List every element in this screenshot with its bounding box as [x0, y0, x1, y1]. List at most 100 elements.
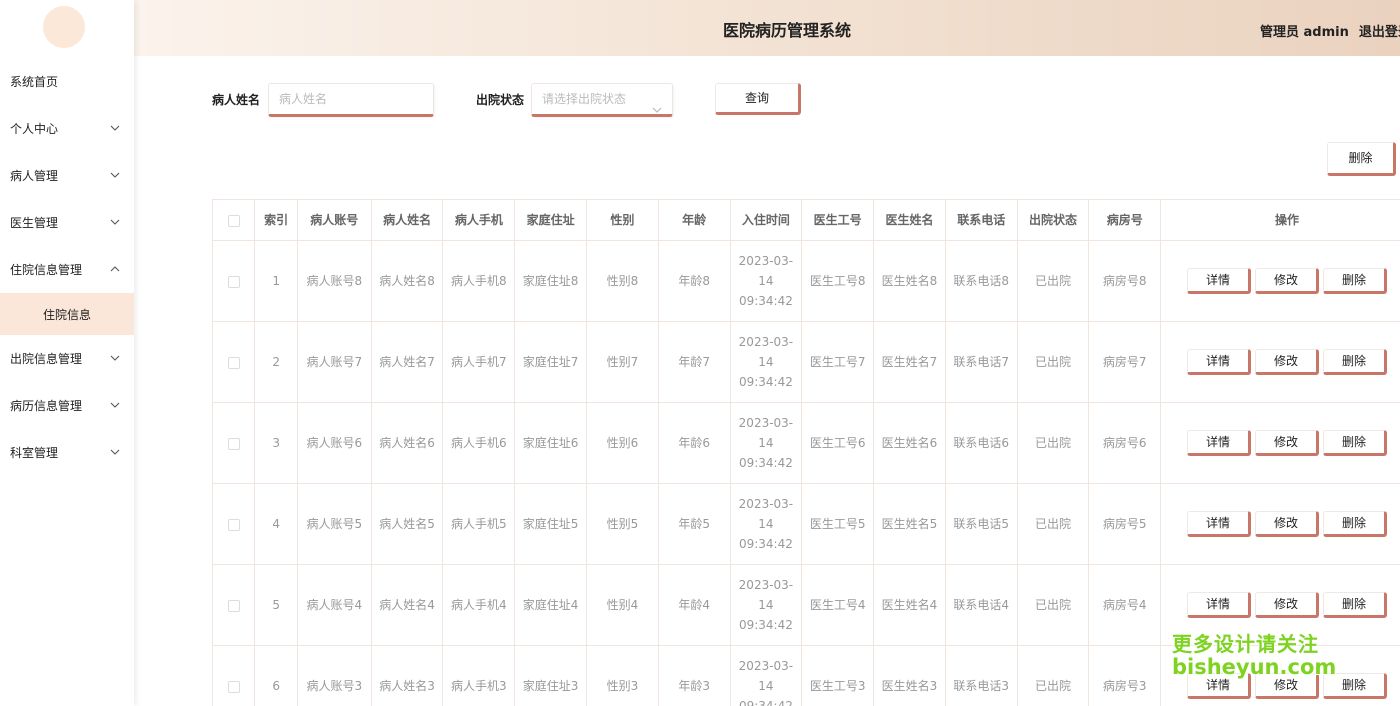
table-cell: 医生姓名7 [873, 321, 946, 403]
table-cell: 家庭住址3 [514, 645, 587, 706]
delete-button[interactable]: 删除 [1323, 349, 1388, 375]
sidebar-item-5[interactable]: 出院信息管理 [0, 335, 134, 382]
table-cell: 4 [254, 483, 298, 565]
table-cell: 2023-03-14 09:34:42 [729, 240, 803, 322]
table-cell: 联系电话8 [944, 240, 1018, 322]
edit-button[interactable]: 修改 [1255, 673, 1320, 699]
detail-button[interactable]: 详情 [1187, 430, 1252, 456]
detail-button[interactable]: 详情 [1187, 673, 1252, 699]
table-cell: 1 [254, 240, 298, 322]
chevron-down-icon [652, 95, 662, 125]
actions-cell: 详情 修改 删除 [1160, 321, 1400, 403]
column-header: 病房号 [1088, 199, 1162, 241]
table-cell: 2023-03-14 09:34:42 [729, 483, 803, 565]
chevron-down-icon [110, 124, 120, 134]
sidebar-item-label: 医生管理 [10, 216, 59, 230]
table-cell: 医生工号6 [801, 402, 875, 484]
avatar[interactable] [43, 6, 85, 48]
column-header: 出院状态 [1016, 199, 1090, 241]
row-checkbox[interactable] [227, 437, 240, 450]
sidebar-item-6[interactable]: 病历信息管理 [0, 382, 134, 429]
delete-button[interactable]: 删除 [1323, 268, 1388, 294]
column-header: 病人账号 [296, 199, 372, 241]
table-cell: 病人账号5 [296, 483, 372, 565]
detail-button[interactable]: 详情 [1187, 592, 1252, 618]
submenu-item-active[interactable]: 住院信息 [0, 293, 134, 335]
sidebar-item-label: 出院信息管理 [10, 352, 83, 366]
edit-button[interactable]: 修改 [1255, 592, 1320, 618]
edit-button[interactable]: 修改 [1255, 268, 1320, 294]
row-checkbox[interactable] [227, 518, 240, 531]
data-table: 索引 病人账号 病人姓名 病人手机 家庭住址 性别 年龄 入住时间 医生工号 医生姓名 联系电话 出院… [212, 199, 1400, 706]
row-checkbox[interactable] [227, 356, 240, 369]
sidebar-item-label: 病人管理 [10, 169, 59, 183]
detail-button[interactable]: 详情 [1187, 349, 1252, 375]
table-cell: 医生工号4 [801, 564, 875, 646]
table-cell: 性别6 [586, 402, 659, 484]
table-cell: 性别8 [586, 240, 659, 322]
delete-button[interactable]: 删除 [1323, 592, 1388, 618]
table-row: 2 病人账号7 病人姓名7 病人手机7 家庭住址7 性别7 年龄7 2023-03-14 09… [212, 321, 1400, 403]
table-cell: 病人姓名3 [370, 645, 444, 706]
sidebar-item-0[interactable]: 系统首页 [0, 58, 134, 105]
patient-name-input[interactable]: 病人姓名 [268, 83, 434, 117]
sidebar-item-4[interactable]: 住院信息管理 [0, 246, 134, 293]
table-cell: 联系电话4 [944, 564, 1018, 646]
sidebar-item-3[interactable]: 医生管理 [0, 199, 134, 246]
actions-cell: 详情 修改 删除 [1160, 564, 1400, 646]
row-select-cell [212, 564, 256, 646]
table-header-row: 索引 病人账号 病人姓名 病人手机 家庭住址 性别 年龄 入住时间 医生工号 医生姓名 联系电话 出院… [212, 199, 1400, 241]
discharge-status-select[interactable]: 请选择出院状态 [531, 83, 673, 117]
table-cell: 医生工号7 [801, 321, 875, 403]
table-cell: 年龄6 [657, 402, 731, 484]
column-header: 索引 [254, 199, 298, 241]
table-cell: 病人账号6 [296, 402, 372, 484]
table-cell: 联系电话3 [944, 645, 1018, 706]
table-cell: 年龄8 [657, 240, 731, 322]
table-row: 3 病人账号6 病人姓名6 病人手机6 家庭住址6 性别6 年龄6 2023-03-14 09… [212, 402, 1400, 484]
sidebar: 系统首页 个人中心病人管理医生管理住院信息管理住院信息出院信息管理病历信息管理 科室… [0, 0, 134, 706]
logout-link[interactable]: 退出登录 [1359, 25, 1400, 40]
select-all-checkbox[interactable] [227, 214, 240, 227]
sidebar-item-2[interactable]: 病人管理 [0, 152, 134, 199]
table-cell: 家庭住址7 [514, 321, 587, 403]
table-cell: 病人账号7 [296, 321, 372, 403]
table-cell: 医生工号3 [801, 645, 875, 706]
query-button[interactable]: 查询 [715, 83, 801, 115]
table-cell: 医生工号8 [801, 240, 875, 322]
table-cell: 2023-03-14 09:34:42 [729, 321, 803, 403]
table-cell: 2 [254, 321, 298, 403]
table-cell: 5 [254, 564, 298, 646]
column-header: 医生工号 [801, 199, 875, 241]
edit-button[interactable]: 修改 [1255, 430, 1320, 456]
edit-button[interactable]: 修改 [1255, 349, 1320, 375]
row-checkbox[interactable] [227, 275, 240, 288]
delete-button[interactable]: 删除 [1323, 511, 1388, 537]
table-cell: 病人手机7 [442, 321, 516, 403]
table-cell: 年龄3 [657, 645, 731, 706]
sidebar-item-7[interactable]: 科室管理 [0, 429, 134, 476]
sidebar-item-1[interactable]: 个人中心 [0, 105, 134, 152]
actions-cell: 详情 修改 删除 [1160, 645, 1400, 706]
table-cell: 医生姓名3 [873, 645, 946, 706]
table-cell: 医生姓名4 [873, 564, 946, 646]
row-select-cell [212, 483, 256, 565]
batch-delete-button[interactable]: 删除 [1327, 142, 1396, 176]
table-cell: 已出院 [1016, 564, 1090, 646]
table-row: 5 病人账号4 病人姓名4 病人手机4 家庭住址4 性别4 年龄4 2023-03-14 09… [212, 564, 1400, 646]
delete-button[interactable]: 删除 [1323, 430, 1388, 456]
detail-button[interactable]: 详情 [1187, 268, 1252, 294]
user-info: 管理员 admin 退出登录 [1260, 21, 1400, 40]
column-header: 年龄 [657, 199, 731, 241]
sidebar-item-label: 住院信息管理 [10, 263, 83, 277]
row-checkbox[interactable] [227, 680, 240, 693]
row-checkbox[interactable] [227, 599, 240, 612]
table-cell: 病人姓名8 [370, 240, 444, 322]
table-cell: 病人账号4 [296, 564, 372, 646]
table-cell: 病房号4 [1088, 564, 1162, 646]
edit-button[interactable]: 修改 [1255, 511, 1320, 537]
table-cell: 已出院 [1016, 483, 1090, 565]
chevron-up-icon [110, 265, 120, 275]
detail-button[interactable]: 详情 [1187, 511, 1252, 537]
delete-button[interactable]: 删除 [1323, 673, 1388, 699]
